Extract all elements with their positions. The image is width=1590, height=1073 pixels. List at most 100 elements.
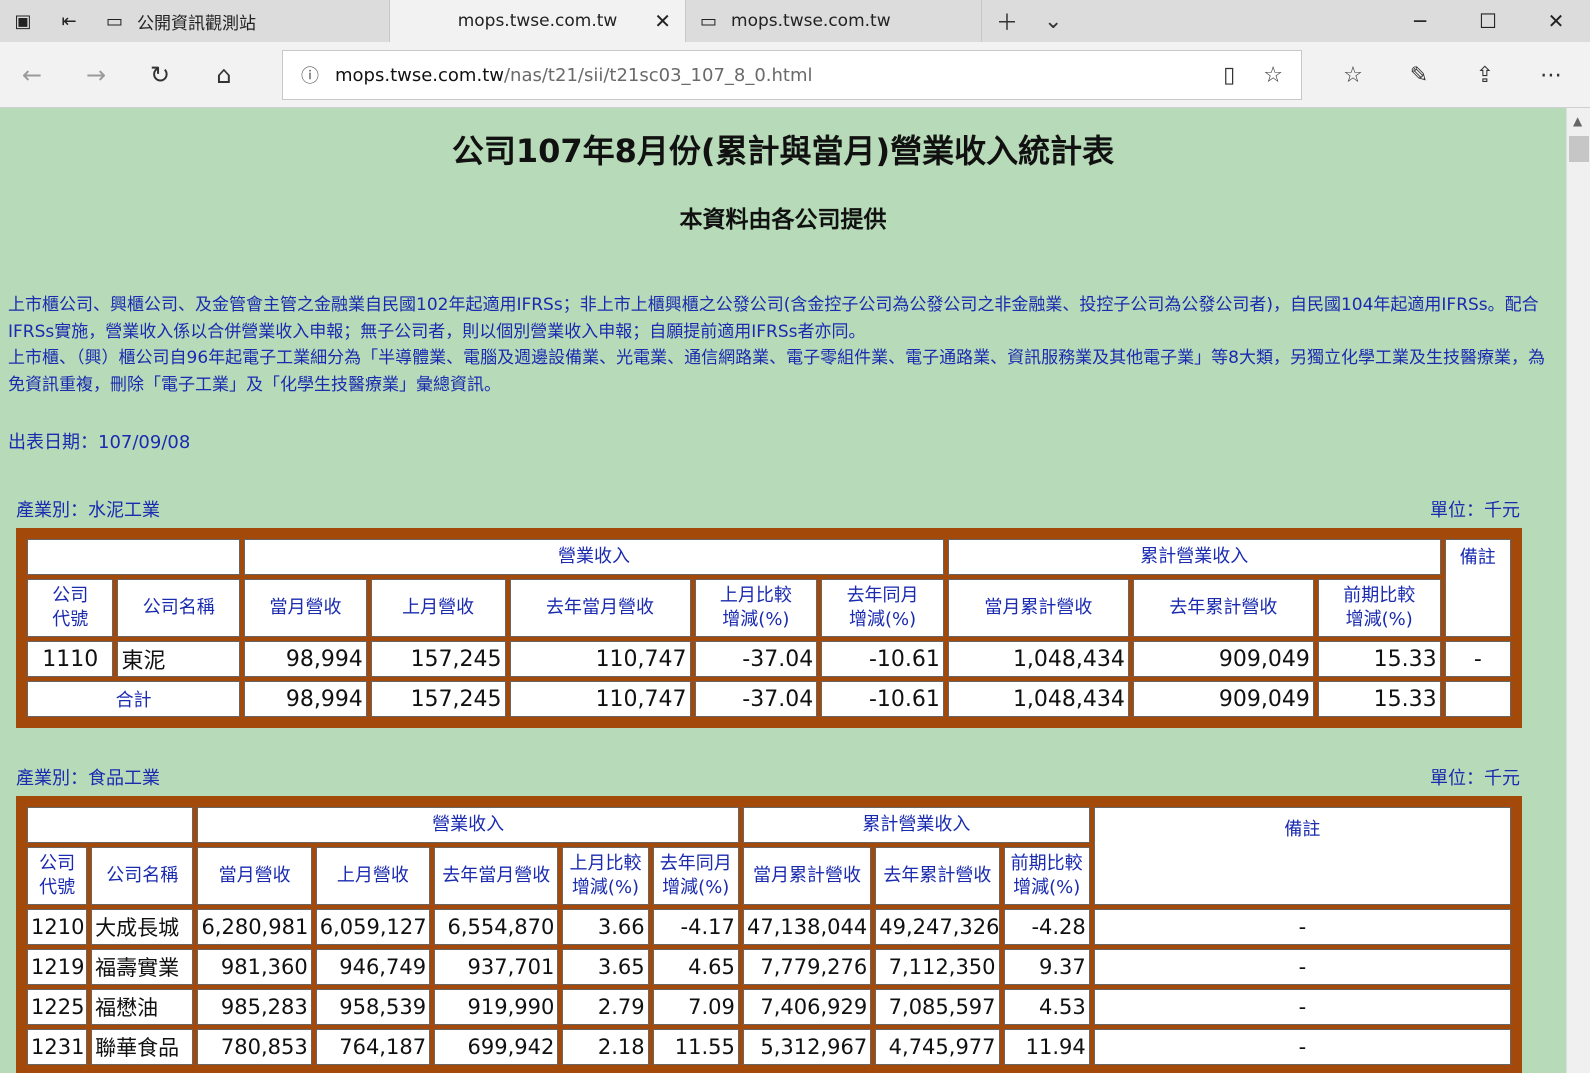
header-current-month: 當月營收 — [244, 579, 367, 637]
cell-last-year: 699,942 — [434, 1029, 559, 1065]
industry-label: 產業別：水泥工業 — [16, 500, 160, 521]
cell-code: 1210 — [27, 909, 88, 945]
close-window-icon[interactable]: ✕ — [1522, 9, 1590, 33]
tab-mops-home[interactable]: ▭ 公開資訊觀測站 — [92, 0, 390, 42]
cell-current: 98,994 — [244, 681, 367, 717]
table-row: 1210 大成長城 6,280,981 6,059,127 6,554,870 … — [27, 909, 1511, 945]
cell-current: 981,360 — [197, 949, 312, 985]
cell-remark: - — [1093, 909, 1511, 945]
cell-current: 6,280,981 — [197, 909, 312, 945]
share-icon[interactable]: ⇪ — [1452, 63, 1518, 88]
header-yoy-change: 去年同月 增減(%) — [821, 579, 944, 637]
cell-remark: - — [1093, 989, 1511, 1025]
header-revenue-group: 營業收入 — [197, 807, 739, 843]
cell-mom: 2.18 — [562, 1029, 649, 1065]
notes: 上市櫃公司、興櫃公司、及金管會主管之金融業自民國102年起適用IFRSs；非上市… — [8, 292, 1548, 398]
table-row: 1219 福壽實業 981,360 946,749 937,701 3.65 4… — [27, 949, 1511, 985]
tab-stack-icon[interactable]: ▣ — [0, 0, 46, 42]
cell-last: 946,749 — [315, 949, 431, 985]
tab-label: 公開資訊觀測站 — [137, 13, 257, 34]
revenue-table-cement: 營業收入 累計營業收入 備註 公司 代號 公司名稱 當月營收 上月營收 去年當月… — [16, 528, 1522, 728]
total-row: 合計 98,994 157,245 110,747 -37.04 -10.61 … — [27, 681, 1511, 717]
refresh-icon[interactable]: ↻ — [128, 61, 192, 89]
cell-name: 聯華食品 — [91, 1029, 194, 1065]
home-icon[interactable]: ⌂ — [192, 61, 256, 89]
tab-mops-second[interactable]: ▭ mops.twse.com.tw — [686, 0, 982, 42]
cell-mom: -37.04 — [694, 681, 818, 717]
pen-icon[interactable]: ✎ — [1386, 63, 1452, 88]
forward-icon[interactable]: → — [64, 61, 128, 89]
minimize-icon[interactable]: ─ — [1386, 9, 1454, 33]
cell-yoy: 11.55 — [652, 1029, 739, 1065]
cell-remark — [1444, 681, 1511, 717]
site-info-icon[interactable]: ⓘ — [301, 62, 319, 88]
cell-last: 157,245 — [370, 681, 506, 717]
url-host: mops.twse.com.tw — [335, 64, 504, 86]
tab-active[interactable]: mops.twse.com.tw ✕ — [390, 0, 686, 42]
header-cum-change: 前期比較 增減(%) — [1003, 847, 1090, 905]
cell-last-year: 937,701 — [434, 949, 559, 985]
cell-cum: 5,312,967 — [742, 1029, 872, 1065]
set-aside-tabs-icon[interactable]: ⇤ — [46, 0, 92, 42]
cell-name: 福壽實業 — [91, 949, 194, 985]
header-remark: 備註 — [1444, 539, 1511, 637]
more-icon[interactable]: ⋯ — [1518, 63, 1584, 88]
page-title: 公司107年8月份(累計與當月)營業收入統計表 — [451, 132, 1115, 170]
header-code: 公司 代號 — [27, 847, 88, 905]
cell-cum-last-year: 49,247,326 — [875, 909, 1000, 945]
cell-last: 958,539 — [315, 989, 431, 1025]
url-input[interactable]: ⓘ mops.twse.com.tw/nas/t21/sii/t21sc03_1… — [282, 50, 1302, 100]
scroll-up-icon[interactable]: ▲ — [1573, 114, 1582, 128]
tab-preview-chevron-icon[interactable]: ⌄ — [1044, 9, 1062, 34]
favorites-list-icon[interactable]: ☆ — [1320, 63, 1386, 88]
header-name: 公司名稱 — [117, 579, 241, 637]
cell-last-year: 110,747 — [509, 681, 691, 717]
header-last-year-month: 去年當月營收 — [434, 847, 559, 905]
close-tab-icon[interactable]: ✕ — [654, 9, 671, 33]
unit-label: 單位：千元 — [1430, 768, 1520, 789]
cell-cum-change: -4.28 — [1003, 909, 1090, 945]
cell-code: 1219 — [27, 949, 88, 985]
header-mom-change: 上月比較 增減(%) — [562, 847, 649, 905]
cell-cum-last-year: 4,745,977 — [875, 1029, 1000, 1065]
cell-cum: 1,048,434 — [947, 641, 1129, 677]
header-cum-last-year: 去年累計營收 — [1132, 579, 1314, 637]
cell-current: 780,853 — [197, 1029, 312, 1065]
scroll-thumb[interactable] — [1569, 136, 1589, 162]
cell-cum-change: 15.33 — [1317, 641, 1441, 677]
page-icon: ▭ — [106, 10, 124, 32]
cell-mom: -37.04 — [694, 641, 818, 677]
industry-label: 產業別：食品工業 — [16, 768, 160, 789]
cell-yoy: -10.61 — [821, 641, 944, 677]
cell-mom: 2.79 — [562, 989, 649, 1025]
cell-cum-last-year: 7,085,597 — [875, 989, 1000, 1025]
total-label: 合計 — [27, 681, 241, 717]
tab-bar: ▣ ⇤ ▭ 公開資訊觀測站 mops.twse.com.tw ✕ ▭ mops.… — [0, 0, 1590, 42]
cell-name: 福懋油 — [91, 989, 194, 1025]
cell-last-year: 6,554,870 — [434, 909, 559, 945]
page-subtitle: 本資料由各公司提供 — [679, 207, 887, 233]
cell-code: 1231 — [27, 1029, 88, 1065]
favorite-star-icon[interactable]: ☆ — [1263, 63, 1283, 88]
note-paragraph: 上市櫃公司、興櫃公司、及金管會主管之金融業自民國102年起適用IFRSs；非上市… — [8, 295, 1539, 342]
cell-yoy: -10.61 — [821, 681, 944, 717]
cell-cum-change: 4.53 — [1003, 989, 1090, 1025]
header-remark: 備註 — [1093, 807, 1511, 905]
header-revenue-group: 營業收入 — [244, 539, 944, 575]
header-cumulative-group: 累計營業收入 — [742, 807, 1090, 843]
address-bar-row: ← → ↻ ⌂ ⓘ mops.twse.com.tw/nas/t21/sii/t… — [0, 42, 1590, 108]
tab-label: mops.twse.com.tw — [731, 11, 891, 31]
cell-cum-last-year: 909,049 — [1132, 641, 1314, 677]
cell-cum: 47,138,044 — [742, 909, 872, 945]
header-current-month: 當月營收 — [197, 847, 312, 905]
maximize-icon[interactable]: ☐ — [1454, 9, 1522, 33]
cell-cum: 7,779,276 — [742, 949, 872, 985]
cell-yoy: 4.65 — [652, 949, 739, 985]
cell-last-year: 919,990 — [434, 989, 559, 1025]
cell-yoy: -4.17 — [652, 909, 739, 945]
page-scrollbar[interactable]: ▲ — [1566, 108, 1590, 1073]
back-icon[interactable]: ← — [0, 61, 64, 89]
cell-code: 1110 — [27, 641, 114, 677]
reading-view-icon[interactable]: ▯ — [1223, 63, 1235, 88]
new-tab-icon[interactable]: ＋ — [996, 5, 1018, 37]
